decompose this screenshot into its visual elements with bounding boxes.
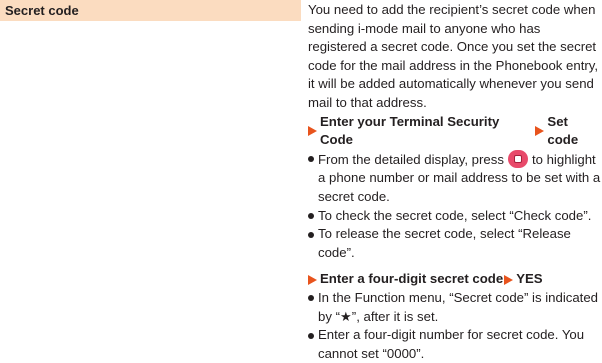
step-2: Enter a four-digit secret code YES — [308, 270, 602, 289]
bullet-four-digit: Enter a four-digit number for secret cod… — [308, 326, 602, 363]
step-2-part-2: YES — [516, 271, 543, 287]
right-triangle-icon — [308, 126, 317, 137]
term-cell: Secret code — [0, 0, 301, 21]
intro-paragraph: You need to add the recipient’s secret c… — [308, 2, 599, 110]
right-triangle-icon — [308, 274, 317, 285]
right-triangle-icon — [535, 126, 545, 137]
bullet-check-code: To check the secret code, select “Check … — [308, 207, 602, 226]
definition-row: Secret code You need to add the recipien… — [0, 0, 602, 361]
bullet-detailed-display: From the detailed display, press to highl… — [308, 149, 602, 207]
bullet-function-menu: In the Function menu, “Secret code” is i… — [308, 289, 602, 326]
step-1-part-1: Enter your Terminal Security Code — [320, 113, 500, 148]
description-cell: You need to add the recipient’s secret c… — [308, 0, 602, 363]
step-1-part-2: Set code — [547, 113, 579, 148]
step-1: Enter your Terminal Security Code Set co… — [308, 113, 602, 150]
multi-cursor-key-icon — [507, 149, 529, 168]
right-triangle-icon — [504, 274, 514, 285]
step-2-part-1: Enter a four-digit secret code — [320, 271, 504, 287]
term-label: Secret code — [5, 3, 79, 18]
bullet-release-code: To release the secret code, select “Rele… — [308, 225, 602, 262]
bullet-text-before: From the detailed display, press — [318, 151, 504, 167]
